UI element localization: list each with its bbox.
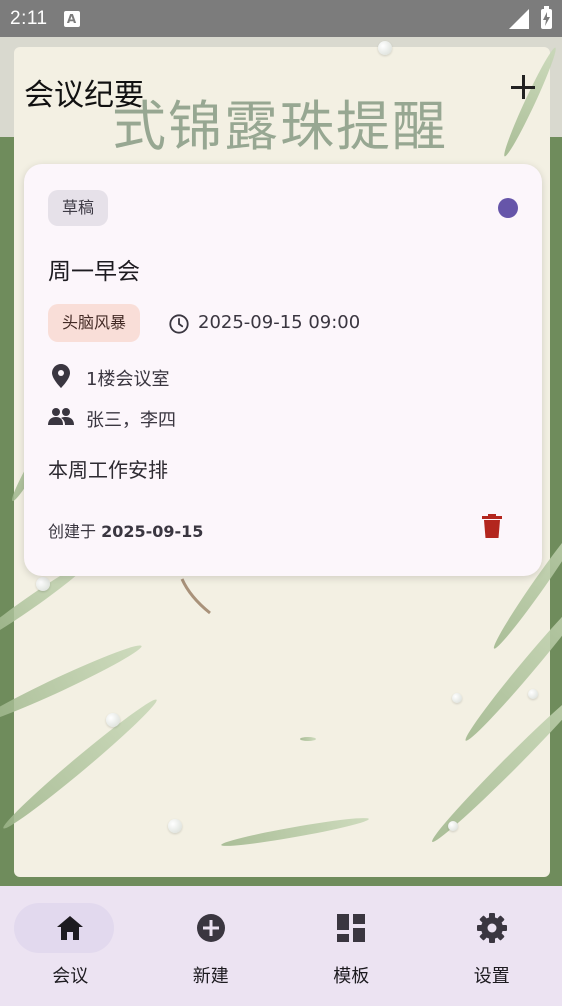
signal-icon: [509, 8, 529, 29]
water-drop: [448, 821, 458, 831]
trash-icon[interactable]: [482, 514, 502, 538]
background-watermark: 式锦露珠提醒: [112, 95, 448, 158]
nav-item-settings[interactable]: 设置: [422, 886, 562, 1006]
dashboard-icon: [337, 914, 366, 942]
nav-item-meetings[interactable]: 会议: [0, 886, 141, 1006]
status-bar: 2:11 A: [0, 0, 562, 37]
meeting-type-chip: 头脑风暴: [48, 304, 141, 342]
location-pin-icon: [52, 364, 70, 388]
page-title: 会议纪要: [24, 78, 144, 113]
water-drop: [106, 713, 120, 727]
meeting-summary: 本周工作安排: [48, 458, 168, 482]
water-drop: [378, 41, 392, 55]
grass-blade: [300, 737, 316, 741]
home-icon: [57, 916, 84, 940]
bottom-navigation: 会议 新建 模板 设置: [0, 886, 562, 1006]
water-drop: [528, 689, 538, 699]
add-circle-icon: [196, 914, 225, 942]
settings-icon: [476, 913, 507, 943]
meeting-card[interactable]: 草稿 周一早会 头脑风暴 2025-09-15 09:00 1楼会议室 张三，李…: [24, 164, 542, 576]
created-label: 创建于: [48, 522, 102, 541]
created-date: 2025-09-15: [101, 522, 204, 541]
nav-label-new: 新建: [192, 966, 229, 987]
twig-decoration: [180, 578, 211, 615]
meeting-title: 周一早会: [48, 259, 140, 285]
status-dot: [498, 198, 518, 218]
status-indicators: [509, 5, 552, 29]
water-drop: [168, 819, 182, 833]
meeting-datetime: 2025-09-15 09:00: [198, 312, 361, 333]
nav-item-templates[interactable]: 模板: [281, 886, 422, 1006]
people-icon: [48, 408, 74, 425]
clock-icon: [169, 314, 189, 334]
add-meeting-button[interactable]: [506, 70, 542, 106]
created-info: 创建于 2025-09-15: [48, 518, 203, 542]
nav-item-new[interactable]: 新建: [141, 886, 282, 1006]
status-chip: 草稿: [48, 190, 109, 226]
water-drop: [452, 693, 462, 703]
nav-label-templates: 模板: [333, 966, 370, 987]
meeting-location: 1楼会议室: [86, 369, 170, 390]
nav-label-settings: 设置: [473, 966, 510, 987]
battery-icon: [541, 5, 552, 29]
notification-icon: A: [63, 10, 80, 27]
nav-label-meetings: 会议: [52, 966, 89, 987]
water-drop: [36, 577, 50, 591]
status-time: 2:11: [10, 7, 48, 29]
meeting-participants: 张三，李四: [86, 410, 176, 431]
